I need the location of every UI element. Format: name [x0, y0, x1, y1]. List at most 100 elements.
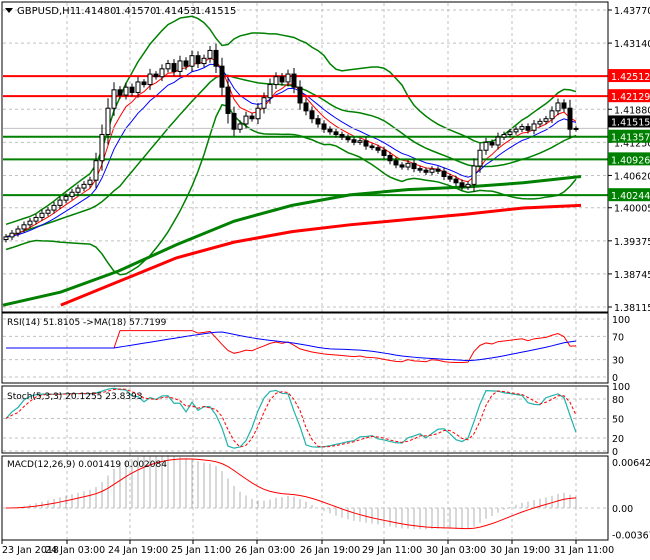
candle-body — [381, 149, 387, 156]
candle-body — [219, 65, 225, 88]
level-label: 1.40244 — [611, 191, 650, 202]
candle-body — [423, 169, 429, 173]
candle-body — [63, 195, 69, 201]
candle-body — [171, 63, 177, 72]
candle-body — [573, 127, 579, 130]
level-label: 1.42129 — [611, 92, 650, 103]
candle-body — [393, 160, 399, 166]
price-label: 1.39375 — [614, 237, 650, 248]
candle-body — [429, 168, 435, 173]
candle-body — [351, 139, 357, 143]
current-price-label: 1.41515 — [611, 117, 650, 128]
candle-body — [249, 115, 255, 120]
candle-body — [435, 168, 441, 172]
stoch-axis-label: 100 — [612, 382, 630, 393]
candle-body — [333, 131, 339, 135]
candle-body — [153, 73, 159, 78]
candle-body — [561, 102, 567, 109]
candle-body — [447, 175, 453, 180]
candle-body — [93, 160, 99, 181]
candle-body — [405, 162, 411, 168]
rsi-title: RSI(14) 51.8105 ->MA(18) 57.7199 — [7, 318, 167, 328]
time-label: 31 Jan 11:00 — [554, 545, 614, 556]
close-value: 1.41515 — [195, 6, 236, 17]
candle-body — [549, 110, 555, 120]
candle-body — [327, 128, 333, 133]
candle-body — [207, 49, 213, 59]
candle-body — [273, 76, 279, 86]
candle-body — [369, 145, 375, 149]
candle-body — [411, 162, 417, 170]
candle-body — [183, 60, 189, 67]
rsi-axis-label: 30 — [612, 356, 624, 367]
candle-body — [303, 102, 309, 112]
level-label: 1.40926 — [611, 155, 650, 166]
candle-body — [525, 126, 531, 131]
candle-body — [315, 118, 321, 125]
candle-body — [87, 179, 93, 185]
candle-body — [123, 86, 129, 96]
candle-body — [129, 86, 135, 93]
candle-body — [537, 120, 543, 125]
candle-body — [519, 126, 525, 130]
candle-body — [99, 133, 105, 162]
time-label: 26 Jan 19:00 — [300, 545, 360, 556]
macd-axis-label: 0.006428 — [612, 458, 650, 469]
candle-body — [483, 141, 489, 151]
stoch-axis-label: 50 — [612, 415, 624, 426]
candle-body — [165, 63, 171, 70]
candle-body — [27, 220, 33, 226]
candle-body — [255, 107, 261, 120]
candle-body — [555, 102, 561, 112]
low-value: 1.41453 — [155, 6, 196, 17]
macd-title: MACD(12,26,9) 0.001419 0.002084 — [7, 460, 167, 470]
candle-body — [453, 178, 459, 184]
candle-body — [105, 107, 111, 135]
candle-body — [75, 187, 81, 193]
price-label: 1.43770 — [614, 6, 650, 17]
candle-body — [3, 236, 9, 241]
candle-body — [477, 149, 483, 167]
candle-body — [297, 86, 303, 104]
candle-body — [261, 97, 267, 109]
high-value: 1.41570 — [115, 6, 156, 17]
candle-body — [507, 131, 513, 135]
time-label: 26 Jan 03:00 — [235, 545, 295, 556]
candle-body — [45, 209, 51, 214]
candle-body — [417, 168, 423, 171]
level-label: 1.42512 — [611, 72, 650, 83]
candle-body — [465, 183, 471, 188]
candle-body — [459, 182, 465, 188]
level-label: 1.41357 — [611, 133, 650, 144]
candle-body — [213, 49, 219, 67]
candle-body — [51, 204, 57, 211]
candle-body — [135, 81, 141, 93]
candle-body — [345, 136, 351, 141]
candle-body — [339, 133, 345, 138]
price-label: 1.38115 — [614, 303, 650, 314]
rsi-axis-label: 100 — [612, 315, 630, 326]
candle-body — [513, 128, 519, 133]
time-label: 30 Jan 03:00 — [426, 545, 486, 556]
candle-body — [237, 123, 243, 130]
time-label: 30 Jan 19:00 — [490, 545, 550, 556]
candle-body — [567, 107, 573, 130]
candle-body — [15, 228, 21, 234]
candle-body — [531, 123, 537, 131]
candle-body — [543, 118, 549, 122]
candle-body — [189, 55, 195, 67]
candle-body — [69, 191, 75, 197]
stoch-title: Stoch(5,3,3) 20.1255 23.8393 — [7, 392, 142, 402]
candle-body — [357, 140, 363, 143]
candle-body — [291, 73, 297, 88]
trading-chart[interactable]: 23 Jan 201824 Jan 03:00 24 Jan 19:00 25 Ja… — [0, 0, 650, 560]
candle-body — [399, 164, 405, 168]
candle-body — [321, 123, 327, 130]
stoch-axis-label: 80 — [612, 395, 624, 406]
candle-body — [441, 170, 447, 177]
price-label: 1.43140 — [614, 39, 650, 50]
open-value: 1.41480 — [75, 6, 116, 17]
candle-body — [21, 224, 27, 230]
candle-body — [309, 110, 315, 120]
price-label: 1.40620 — [614, 171, 650, 182]
